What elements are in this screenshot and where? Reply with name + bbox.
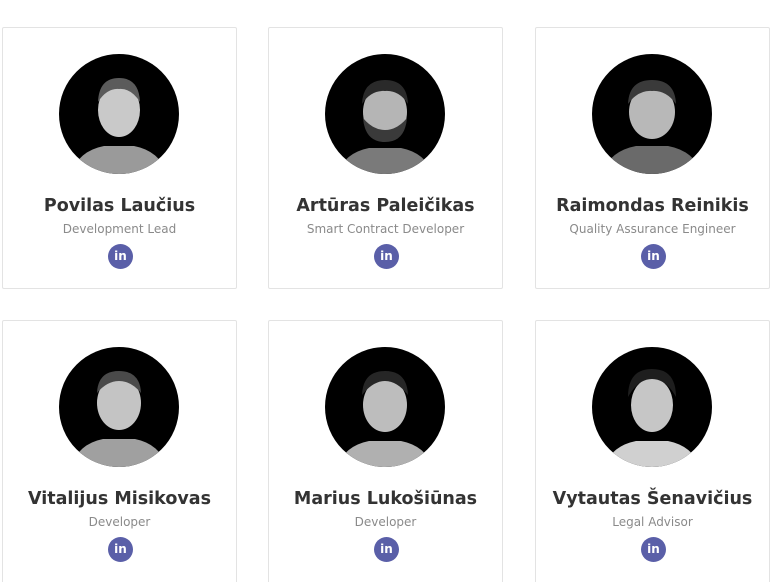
team-card: Artūras Paleičikas Smart Contract Develo… [268,27,503,289]
team-card: Vitalijus Misikovas Developer in [2,320,237,582]
member-name: Vytautas Šenavičius [552,489,753,509]
member-role: Developer [88,515,151,529]
profile-photo [592,347,712,467]
profile-photo [592,54,712,174]
profile-photo [59,347,179,467]
member-role: Legal Advisor [612,515,693,529]
profile-photo [325,347,445,467]
team-card: Povilas Laučius Development Lead in [2,27,237,289]
profile-photo [59,54,179,174]
linkedin-icon[interactable]: in [374,537,399,562]
member-name: Povilas Laučius [43,196,196,216]
member-role: Developer [354,515,417,529]
member-role: Smart Contract Developer [306,222,465,236]
team-card: Raimondas Reinikis Quality Assurance Eng… [535,27,770,289]
linkedin-icon[interactable]: in [108,537,133,562]
team-card: Marius Lukošiūnas Developer in [268,320,503,582]
member-name: Artūras Paleičikas [296,196,475,216]
profile-photo [325,54,445,174]
team-card: Vytautas Šenavičius Legal Advisor in [535,320,770,582]
linkedin-icon[interactable]: in [641,537,666,562]
linkedin-icon[interactable]: in [641,244,666,269]
linkedin-icon[interactable]: in [108,244,133,269]
member-name: Vitalijus Misikovas [27,489,212,509]
team-grid: Povilas Laučius Development Lead in Artū… [0,0,773,582]
member-role: Development Lead [62,222,177,236]
member-name: Marius Lukošiūnas [293,489,478,509]
linkedin-icon[interactable]: in [374,244,399,269]
member-role: Quality Assurance Engineer [569,222,736,236]
member-name: Raimondas Reinikis [556,196,749,216]
